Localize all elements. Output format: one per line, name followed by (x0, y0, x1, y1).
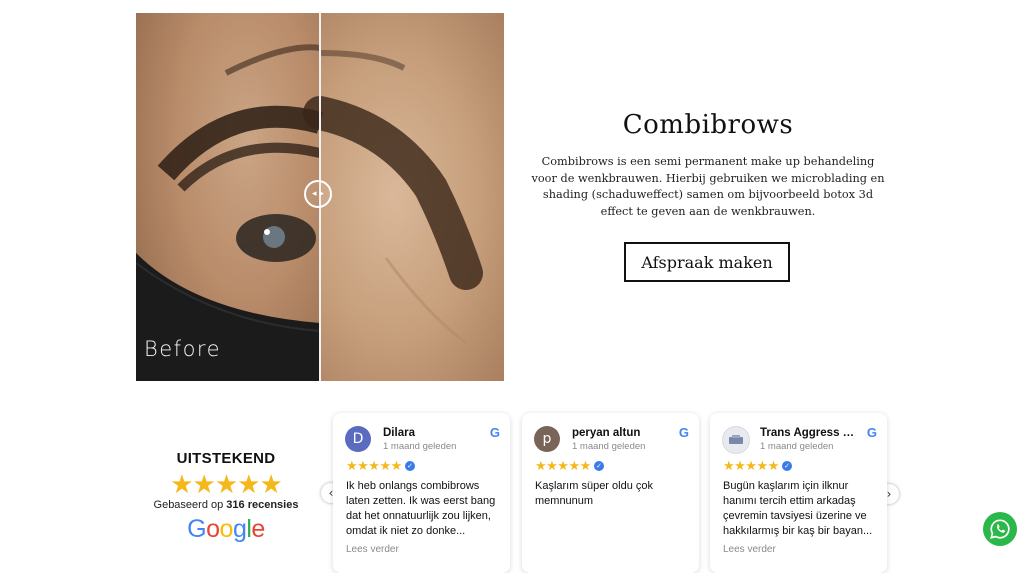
google-icon: G (489, 425, 500, 440)
review-date: 1 maand geleden (383, 441, 457, 452)
review-text: Bugün kaşlarım için ilknur hanımı tercih… (723, 480, 873, 537)
review-stars: ★★★★★ ✓ (535, 458, 604, 474)
google-icon: G (866, 425, 877, 440)
before-label: Before (144, 337, 222, 361)
google-letter: e (251, 515, 265, 543)
review-stars: ★★★★★ ✓ (346, 458, 415, 474)
book-appointment-button[interactable]: Afspraak maken (624, 242, 790, 282)
review-date: 1 maand geleden (760, 441, 834, 452)
hero-section: Combibrows Combibrows is een semi perman… (530, 110, 886, 220)
avatar: p (534, 426, 560, 452)
based-prefix: Gebaseerd op (153, 499, 227, 511)
verified-icon: ✓ (781, 461, 792, 471)
review-date: 1 maand geleden (572, 441, 646, 452)
hero-description: Combibrows is een semi permanent make up… (531, 155, 885, 218)
rating-title: UITSTEKEND (176, 450, 276, 467)
rating-stars: ★★★★★ (170, 469, 283, 499)
verified-icon: ✓ (593, 461, 604, 471)
reviewer-name: Dilara (383, 427, 415, 439)
whatsapp-button[interactable] (983, 512, 1017, 546)
reviewer-name: peryan altun (572, 427, 641, 439)
review-text: Ik heb onlangs combibrows laten zetten. … (346, 480, 496, 537)
before-after-slider[interactable]: ◂▸ Before (136, 13, 504, 381)
stars: ★★★★★ (346, 458, 402, 473)
review-card: D Dilara 1 maand geleden G ★★★★★ ✓ Ik heb… (333, 413, 510, 573)
review-stars: ★★★★★ ✓ (723, 458, 792, 474)
review-text: Kaşlarım süper oldu çok memnunum (535, 480, 653, 507)
read-more-link[interactable]: Lees verder (723, 544, 776, 555)
rating-summary: UITSTEKEND ★★★★★ Gebaseerd op 316 recens… (140, 450, 312, 544)
google-logo: Google (140, 515, 312, 544)
avatar: D (345, 426, 371, 452)
rating-based-on: Gebaseerd op 316 recensies (140, 499, 312, 511)
slider-handle[interactable]: ◂▸ (304, 180, 332, 208)
stars: ★★★★★ (535, 458, 591, 473)
reviewer-name: Trans Aggress C... (760, 427, 858, 439)
stars: ★★★★★ (723, 458, 779, 473)
whatsapp-icon (990, 519, 1010, 539)
company-logo-icon (729, 435, 743, 444)
review-card: Trans Aggress C... 1 maand geleden G ★★★… (710, 413, 887, 573)
google-letter: o (206, 515, 220, 543)
review-count: 316 recensies (226, 499, 299, 511)
page-title: Combibrows (622, 110, 794, 140)
google-icon: G (678, 425, 689, 440)
google-letter: G (187, 515, 207, 543)
avatar (722, 426, 750, 454)
google-letter: g (232, 515, 247, 543)
review-card: p peryan altun 1 maand geleden G ★★★★★ ✓ … (522, 413, 699, 573)
verified-icon: ✓ (404, 461, 415, 471)
google-letter: o (219, 515, 234, 543)
read-more-link[interactable]: Lees verder (346, 544, 399, 555)
